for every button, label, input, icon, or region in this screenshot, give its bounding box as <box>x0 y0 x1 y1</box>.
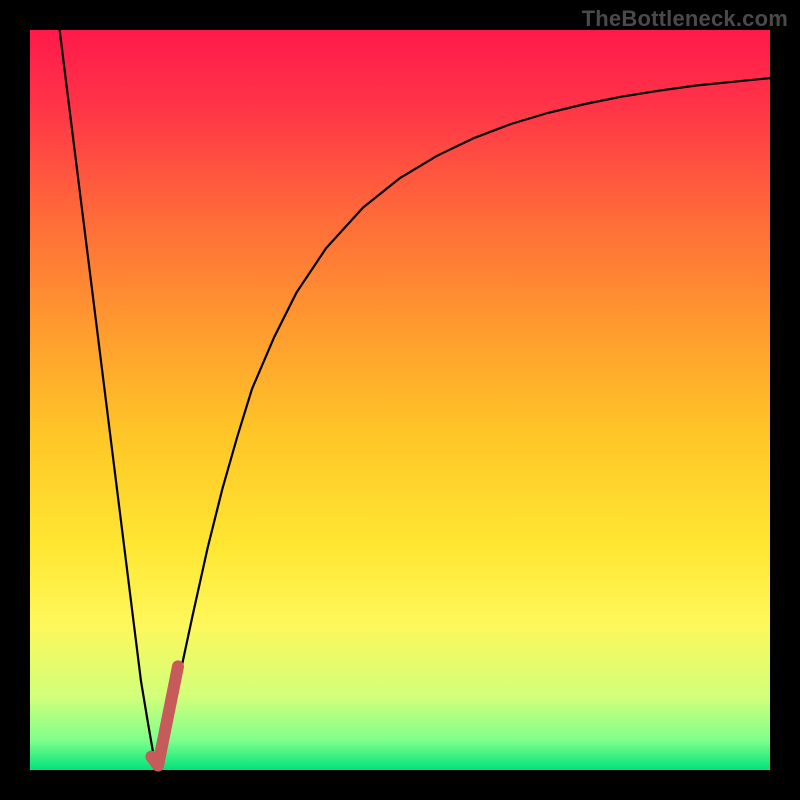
watermark-text: TheBottleneck.com <box>582 6 788 32</box>
plot-background <box>30 30 770 770</box>
chart-canvas <box>0 0 800 800</box>
chart-frame: TheBottleneck.com <box>0 0 800 800</box>
